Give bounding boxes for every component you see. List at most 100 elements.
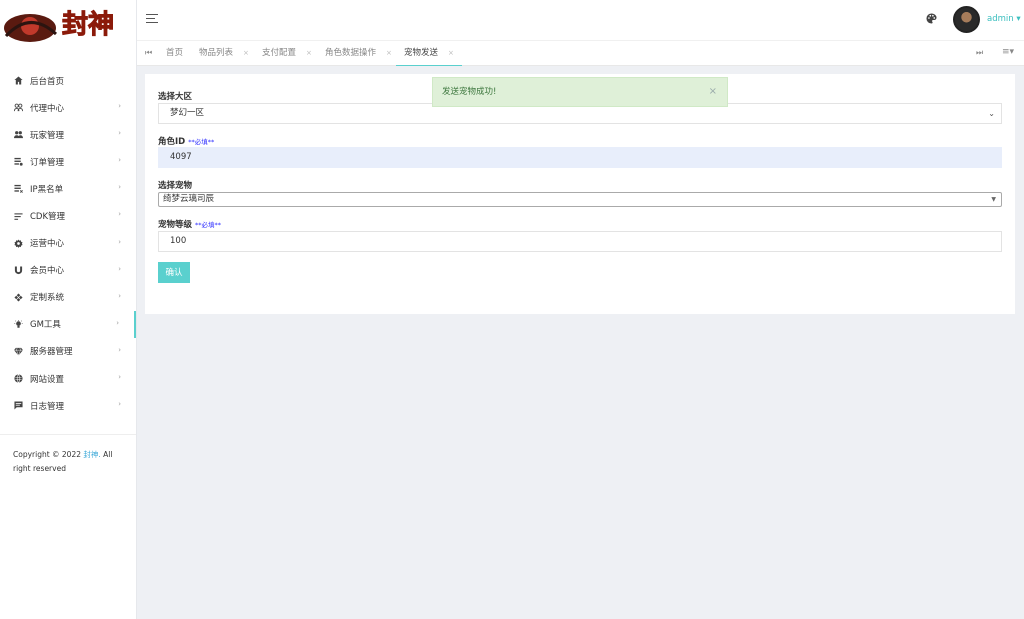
required-note: **必填** <box>195 221 222 229</box>
sidebar-item-2[interactable]: 玩家管理 › <box>0 121 136 148</box>
sidebar-item-label: 会员中心 <box>30 266 65 277</box>
success-toast: 发送宠物成功! × <box>432 77 728 107</box>
chevron-right-icon: › <box>118 237 121 246</box>
copyright-brand-link[interactable]: 封神. <box>83 450 100 459</box>
orders-icon <box>13 157 23 167</box>
sidebar-item-3[interactable]: 订单管理 › <box>0 148 136 175</box>
chevron-right-icon: › <box>118 291 121 300</box>
tab-label: 支付配置 <box>262 48 297 58</box>
sidebar-item-label: 代理中心 <box>30 103 65 114</box>
sidebar-item-label: CDK管理 <box>30 212 66 223</box>
chevron-right-icon: › <box>118 129 121 138</box>
globe-icon <box>13 374 23 384</box>
chevron-right-icon: › <box>118 102 121 111</box>
tab-3[interactable]: 角色数据操作 × <box>325 41 392 66</box>
sidebar-item-label: 服务器管理 <box>30 347 73 358</box>
tabs-scroll-left-icon[interactable]: ⏮ <box>145 48 152 58</box>
tab-0[interactable]: 首页 <box>166 41 183 66</box>
pet-send-form: 选择大区 梦幻一区 ⌄ 角色ID **必填** 4097 选择宠物 绮梦云璃司辰 … <box>145 74 1015 314</box>
blacklist-icon <box>13 184 23 194</box>
user-avatar[interactable] <box>953 6 980 33</box>
chevron-right-icon: › <box>118 345 121 354</box>
cdk-icon <box>13 211 23 221</box>
comment-icon <box>13 401 23 411</box>
players-icon <box>13 130 23 140</box>
required-note: **必填** <box>188 138 215 146</box>
zone-select-value: 梦幻一区 <box>170 108 205 118</box>
sidebar: 封神 后台首页 代理中心 › 玩家管理 › 订单管理 › IP黑名单 › CDK管理 › 运营中心 › 会… <box>0 0 137 619</box>
sidebar-item-10[interactable]: 服务器管理 › <box>0 338 136 365</box>
pet-select[interactable]: 绮梦云璃司辰 ▼ <box>158 192 1002 207</box>
menu-toggle-icon[interactable] <box>146 14 158 24</box>
copyright: Copyright © 2022 封神. All right reserved <box>13 448 128 476</box>
home-icon <box>13 76 23 86</box>
close-icon[interactable]: × <box>709 78 717 106</box>
role-id-label: 角色ID **必填** <box>158 135 214 147</box>
tab-close-icon[interactable]: × <box>448 49 454 57</box>
sidebar-item-label: 订单管理 <box>30 157 65 168</box>
pet-select-value: 绮梦云璃司辰 <box>163 194 215 204</box>
site-logo[interactable]: 封神 <box>0 0 136 52</box>
dropdown-triangle-icon: ▼ <box>991 196 996 203</box>
chevron-right-icon: › <box>118 400 121 409</box>
magnet-icon <box>13 265 23 275</box>
svg-text:封神: 封神 <box>62 10 114 40</box>
agents-icon <box>13 103 23 113</box>
sidebar-item-9[interactable]: GM工具 › <box>0 310 136 338</box>
diamond-icon <box>13 346 23 356</box>
sidebar-item-12[interactable]: 日志管理 › <box>0 392 136 419</box>
chevron-right-icon: › <box>118 373 121 382</box>
tab-label: 宠物发送 <box>404 48 439 58</box>
sidebar-item-4[interactable]: IP黑名单 › <box>0 175 136 202</box>
chevron-right-icon: › <box>118 183 121 192</box>
copyright-prefix: Copyright © 2022 <box>13 450 84 459</box>
sidebar-item-label: 运营中心 <box>30 239 65 250</box>
tab-2[interactable]: 支付配置 × <box>262 41 312 66</box>
sidebar-item-label: 定制系统 <box>30 293 65 304</box>
sidebar-divider <box>0 434 136 435</box>
sidebar-item-label: 玩家管理 <box>30 130 65 141</box>
chevron-down-icon: ⌄ <box>988 109 995 118</box>
tab-close-icon[interactable]: × <box>243 49 249 57</box>
chevron-right-icon: › <box>118 156 121 165</box>
sidebar-menu: 后台首页 代理中心 › 玩家管理 › 订单管理 › IP黑名单 › CDK管理 › 运营中心 › 会员中心… <box>0 67 136 419</box>
sidebar-item-label: GM工具 <box>30 320 61 331</box>
pet-level-label: 宠物等级 **必填** <box>158 218 221 230</box>
pet-label: 选择宠物 <box>158 181 193 191</box>
sidebar-item-11[interactable]: 网站设置 › <box>0 365 136 392</box>
gear-icon <box>13 238 23 248</box>
role-id-input[interactable]: 4097 <box>158 147 1002 168</box>
page-tabs-bar: ⏮ 首页 物品列表 × 支付配置 × 角色数据操作 × 宠物发送 × ⏭ ≡▾ <box>137 40 1024 66</box>
confirm-button[interactable]: 确认 <box>158 262 190 283</box>
top-header: admin ▾ <box>137 0 1024 40</box>
custom-icon <box>13 292 23 302</box>
sidebar-item-5[interactable]: CDK管理 › <box>0 202 136 229</box>
chevron-right-icon: › <box>118 264 121 273</box>
sidebar-item-6[interactable]: 运营中心 › <box>0 230 136 257</box>
sidebar-item-7[interactable]: 会员中心 › <box>0 257 136 284</box>
sidebar-item-1[interactable]: 代理中心 › <box>0 94 136 121</box>
pet-level-input[interactable]: 100 <box>158 231 1002 252</box>
chevron-right-icon: › <box>116 318 119 327</box>
tab-1[interactable]: 物品列表 × <box>199 41 249 66</box>
tab-label: 角色数据操作 <box>325 48 377 58</box>
chevron-right-icon: › <box>118 210 121 219</box>
sidebar-item-label: IP黑名单 <box>30 184 64 195</box>
user-menu-dropdown[interactable]: admin ▾ <box>987 14 1021 24</box>
tab-close-icon[interactable]: × <box>306 49 312 57</box>
tab-label: 首页 <box>166 48 184 58</box>
tab-4[interactable]: 宠物发送 × <box>396 41 462 66</box>
sidebar-item-label: 后台首页 <box>30 76 65 87</box>
sidebar-item-8[interactable]: 定制系统 › <box>0 284 136 311</box>
sidebar-item-0[interactable]: 后台首页 <box>0 67 136 94</box>
tabs-options-icon[interactable]: ≡▾ <box>1002 47 1014 57</box>
sidebar-item-label: 日志管理 <box>30 401 65 412</box>
bulb-icon <box>13 319 23 329</box>
zone-label: 选择大区 <box>158 92 193 102</box>
theme-palette-icon[interactable] <box>926 13 937 24</box>
tab-close-icon[interactable]: × <box>386 49 392 57</box>
sidebar-item-label: 网站设置 <box>30 374 65 385</box>
pet-level-label-text: 宠物等级 <box>158 220 193 230</box>
tab-label: 物品列表 <box>199 48 234 58</box>
tabs-scroll-right-icon[interactable]: ⏭ <box>976 48 983 58</box>
